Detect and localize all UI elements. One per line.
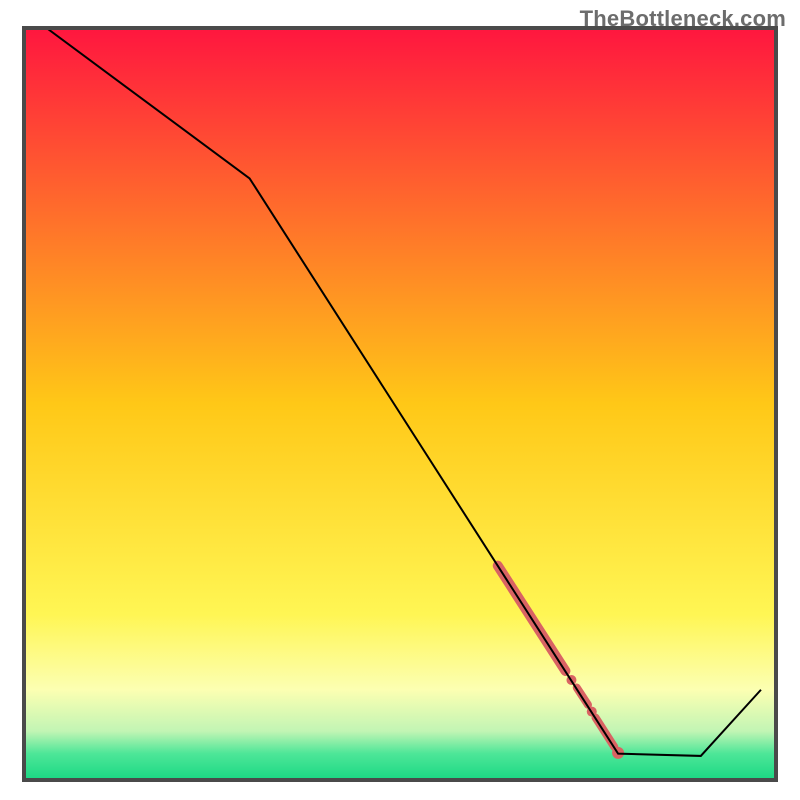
gradient-background: [24, 28, 776, 780]
plot-area: [24, 28, 776, 780]
bottleneck-chart: TheBottleneck.com: [0, 0, 800, 800]
watermark-text: TheBottleneck.com: [580, 6, 786, 32]
chart-svg: [0, 0, 800, 800]
